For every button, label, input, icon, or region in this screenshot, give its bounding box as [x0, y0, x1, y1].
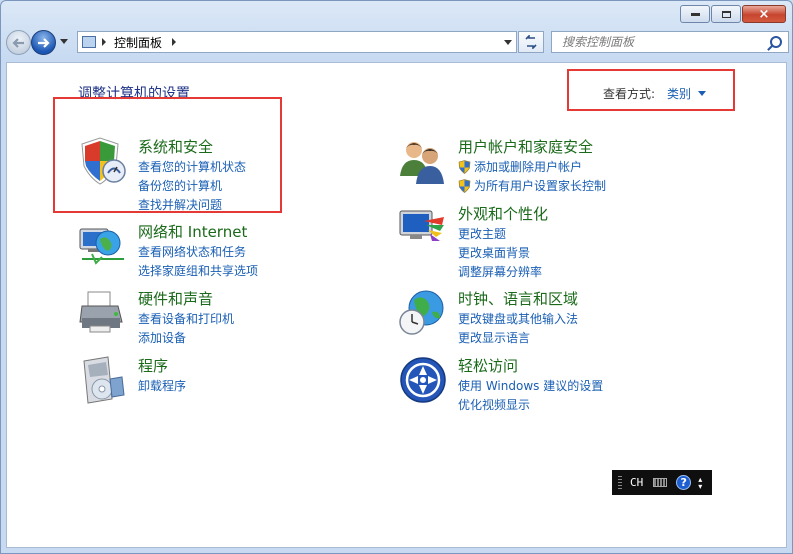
link-recommended-settings[interactable]: 使用 Windows 建议的设置 — [458, 376, 603, 395]
link-optimize-display[interactable]: 优化视频显示 — [458, 395, 603, 414]
programs-icon[interactable] — [78, 355, 128, 405]
category-title[interactable]: 系统和安全 — [138, 136, 213, 157]
search-icon[interactable] — [770, 36, 782, 48]
caption-buttons: × — [680, 5, 786, 23]
category-title[interactable]: 时钟、语言和区域 — [458, 288, 578, 309]
category-title[interactable]: 用户帐户和家庭安全 — [458, 136, 593, 157]
users-icon[interactable] — [398, 136, 448, 186]
link-adjust-resolution[interactable]: 调整屏幕分辨率 — [458, 262, 542, 281]
page-title: 调整计算机的设置 — [78, 86, 190, 102]
category-links: 添加或删除用户帐户 为所有用户设置家长控制 — [458, 157, 606, 195]
back-button[interactable] — [6, 30, 31, 55]
link-change-display-language[interactable]: 更改显示语言 — [458, 328, 578, 347]
uac-shield-icon — [458, 159, 471, 174]
category-title[interactable]: 硬件和声音 — [138, 288, 213, 309]
category-links: 更改主题 更改桌面背景 调整屏幕分辨率 — [458, 224, 542, 281]
forward-button[interactable] — [31, 30, 56, 55]
link-network-status[interactable]: 查看网络状态和任务 — [138, 242, 258, 261]
category-title[interactable]: 程序 — [138, 355, 168, 376]
link-homegroup-sharing[interactable]: 选择家庭组和共享选项 — [138, 261, 258, 280]
view-by-value[interactable]: 类别 — [667, 85, 691, 102]
clock-globe-icon[interactable] — [398, 288, 448, 338]
help-glyph: ? — [680, 476, 687, 489]
link-troubleshoot[interactable]: 查找并解决问题 — [138, 195, 246, 214]
close-icon: × — [758, 6, 770, 22]
category-links: 更改键盘或其他输入法 更改显示语言 — [458, 309, 578, 347]
search-input[interactable] — [560, 34, 764, 50]
view-by-label: 查看方式: — [603, 87, 656, 101]
maximize-button[interactable] — [711, 5, 741, 23]
search-box[interactable] — [551, 31, 789, 53]
address-dropdown-icon[interactable] — [504, 40, 512, 45]
refresh-button[interactable] — [518, 31, 544, 53]
address-bar[interactable]: 控制面板 — [77, 31, 517, 53]
category-links: 使用 Windows 建议的设置 优化视频显示 — [458, 376, 603, 414]
ease-of-access-icon[interactable] — [398, 355, 448, 405]
link-devices-printers[interactable]: 查看设备和打印机 — [138, 309, 234, 328]
control-panel-icon — [82, 36, 96, 48]
link-parental-controls[interactable]: 为所有用户设置家长控制 — [458, 176, 606, 195]
language-bar: CH ? ▴ ▾ — [612, 470, 712, 495]
category-title[interactable]: 网络和 Internet — [138, 221, 247, 242]
link-text[interactable]: 为所有用户设置家长控制 — [474, 177, 606, 194]
link-change-background[interactable]: 更改桌面背景 — [458, 243, 542, 262]
options-arrows-icon[interactable]: ▴ ▾ — [698, 475, 702, 490]
grip-handle-icon[interactable] — [618, 475, 622, 490]
input-language-indicator[interactable]: CH — [630, 476, 643, 489]
keyboard-icon[interactable] — [653, 478, 668, 487]
help-icon[interactable]: ? — [676, 475, 692, 490]
uac-shield-icon — [458, 178, 471, 193]
category-title[interactable]: 轻松访问 — [458, 355, 518, 376]
category-links: 查看您的计算机状态 备份您的计算机 查找并解决问题 — [138, 157, 246, 214]
refresh-icon — [525, 35, 537, 49]
link-text[interactable]: 添加或删除用户帐户 — [474, 158, 582, 175]
link-change-input-methods[interactable]: 更改键盘或其他输入法 — [458, 309, 578, 328]
view-by-control: 查看方式: 类别 — [603, 85, 707, 102]
link-add-device[interactable]: 添加设备 — [138, 328, 234, 347]
category-title[interactable]: 外观和个性化 — [458, 203, 548, 224]
back-arrow-icon — [12, 37, 24, 48]
minimize-button[interactable] — [680, 5, 710, 23]
breadcrumb-separator-icon[interactable] — [172, 38, 177, 46]
link-change-theme[interactable]: 更改主题 — [458, 224, 542, 243]
link-view-computer-status[interactable]: 查看您的计算机状态 — [138, 157, 246, 176]
recent-pages-dropdown-icon[interactable] — [60, 39, 68, 44]
network-globe-icon[interactable] — [78, 221, 128, 271]
category-links: 查看网络状态和任务 选择家庭组和共享选项 — [138, 242, 258, 280]
category-links: 卸载程序 — [138, 376, 186, 395]
control-panel-window: × 控制面板 调整计算机的设置 查看方式: 类别 — [0, 0, 793, 554]
breadcrumb-separator-icon[interactable] — [102, 38, 106, 46]
navigation-bar: 控制面板 — [6, 30, 789, 56]
chevron-down-icon[interactable] — [698, 91, 707, 96]
appearance-monitor-icon[interactable] — [398, 203, 448, 253]
minimize-icon — [690, 12, 700, 16]
forward-arrow-icon — [38, 37, 50, 48]
close-button[interactable]: × — [742, 5, 786, 23]
printer-icon[interactable] — [78, 288, 128, 338]
link-uninstall-program[interactable]: 卸载程序 — [138, 376, 186, 395]
breadcrumb-control-panel[interactable]: 控制面板 — [114, 34, 162, 51]
link-backup-computer[interactable]: 备份您的计算机 — [138, 176, 246, 195]
link-add-remove-accounts[interactable]: 添加或删除用户帐户 — [458, 157, 606, 176]
security-shield-icon[interactable] — [78, 136, 128, 186]
category-links: 查看设备和打印机 添加设备 — [138, 309, 234, 347]
maximize-icon — [721, 10, 731, 18]
